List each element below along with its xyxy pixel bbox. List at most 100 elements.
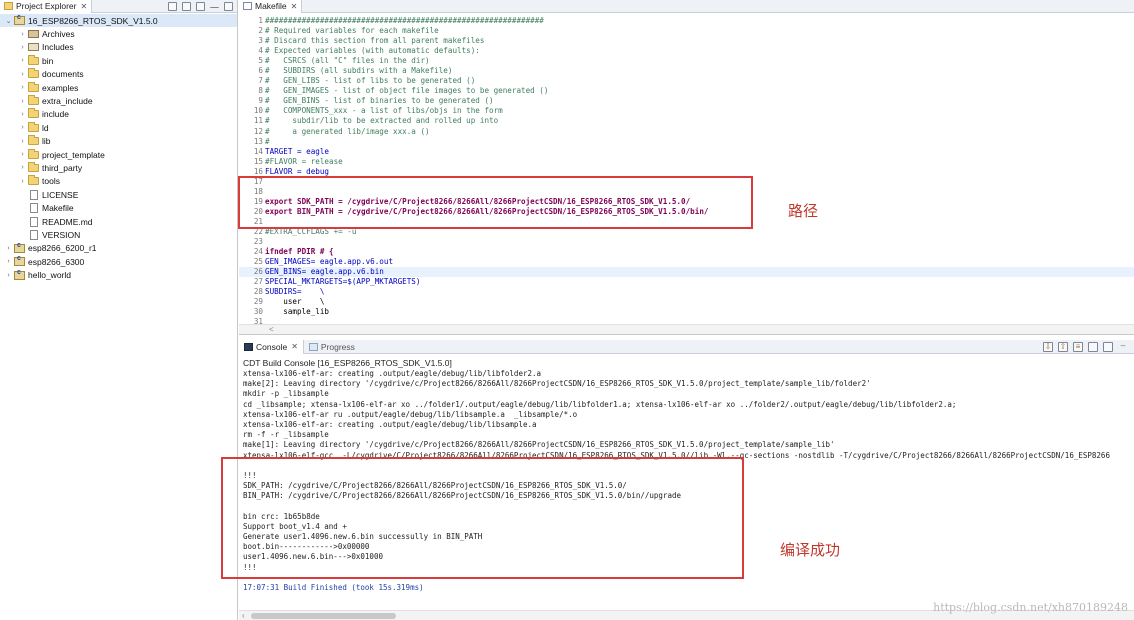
chevron-right-icon[interactable]: ›: [4, 245, 13, 252]
chevron-down-icon[interactable]: ⌄: [4, 17, 13, 25]
project-tree: ⌄16_ESP8266_RTOS_SDK_V1.5.0›Archives›Inc…: [0, 13, 237, 282]
collapse-all-icon[interactable]: [168, 2, 177, 11]
tree-item[interactable]: › Archives: [0, 27, 237, 40]
display-console-icon[interactable]: [1103, 342, 1113, 352]
tree-item[interactable]: › esp8266_6200_r1: [0, 242, 237, 255]
code-text: #: [265, 136, 270, 146]
code-line[interactable]: 28 SUBDIRS= \: [239, 287, 1134, 297]
close-icon[interactable]: ✕: [291, 342, 298, 351]
chevron-right-icon[interactable]: ›: [18, 31, 27, 38]
tree-item[interactable]: › extra_include: [0, 94, 237, 107]
chevron-right-icon[interactable]: ›: [4, 272, 13, 279]
pin-console-icon[interactable]: [1088, 342, 1098, 352]
chevron-right-icon[interactable]: ›: [4, 258, 13, 265]
tree-item[interactable]: › project_template: [0, 148, 237, 161]
chevron-right-icon[interactable]: ›: [18, 151, 27, 158]
console-title: CDT Build Console [16_ESP8266_RTOS_SDK_V…: [243, 358, 452, 368]
tree-item[interactable]: ⌄ 16_ESP8266_RTOS_SDK_V1.5.0: [0, 14, 237, 28]
code-line[interactable]: 6 # SUBDIRS (all subdirs with a Makefile): [239, 66, 1134, 76]
tab-console[interactable]: Console ✕: [239, 339, 304, 354]
code-line[interactable]: 14 TARGET = eagle: [239, 147, 1134, 157]
code-line[interactable]: 15 #FLAVOR = release: [239, 157, 1134, 167]
chevron-right-icon[interactable]: ›: [18, 71, 27, 78]
arrow-down-icon[interactable]: ⇩: [1043, 342, 1053, 352]
file-icon: [30, 203, 38, 214]
folder-icon: [28, 54, 39, 65]
tree-item[interactable]: › bin: [0, 54, 237, 67]
code-line[interactable]: 11 # subdir/lib to be extracted and rolle…: [239, 116, 1134, 126]
code-text: # GEN_LIBS - list of libs to be generate…: [265, 76, 476, 86]
minimize-icon[interactable]: [210, 7, 219, 10]
chevron-right-icon[interactable]: ›: [18, 111, 27, 118]
tree-item[interactable]: VERSION: [0, 228, 237, 241]
view-menu-icon[interactable]: [196, 2, 205, 11]
tree-item[interactable]: › third_party: [0, 161, 237, 174]
code-line[interactable]: 7 # GEN_LIBS - list of libs to be generat…: [239, 76, 1134, 86]
code-line[interactable]: 26 GEN_BINS= eagle.app.v6.bin: [239, 267, 1134, 278]
tree-item[interactable]: › include: [0, 108, 237, 121]
code-line[interactable]: 30 sample_lib: [239, 307, 1134, 317]
code-line[interactable]: 8 # GEN_IMAGES - list of object file imag…: [239, 86, 1134, 96]
tree-item[interactable]: › esp8266_6300: [0, 255, 237, 268]
link-with-editor-icon[interactable]: [182, 2, 191, 11]
chevron-right-icon[interactable]: ›: [18, 84, 27, 91]
chevron-right-icon[interactable]: ›: [18, 124, 27, 131]
tree-item-label: esp8266_6200_r1: [28, 243, 97, 254]
code-line[interactable]: 29 user \: [239, 297, 1134, 307]
maximize-icon[interactable]: [224, 2, 233, 11]
chevron-right-icon[interactable]: ›: [18, 178, 27, 185]
code-line[interactable]: 13 #: [239, 137, 1134, 147]
arrow-up-icon[interactable]: ⇧: [1058, 342, 1068, 352]
tab-project-explorer[interactable]: Project Explorer ✕: [0, 0, 93, 13]
chevron-right-icon[interactable]: ›: [18, 57, 27, 64]
scroll-left-icon[interactable]: ‹: [242, 611, 245, 620]
tab-makefile[interactable]: Makefile ✕: [239, 0, 303, 13]
minimize-icon[interactable]: –: [1118, 342, 1128, 352]
close-icon[interactable]: ✕: [80, 2, 87, 11]
code-text: SPECIAL_MKTARGETS=$(APP_MKTARGETS): [265, 277, 421, 287]
code-line[interactable]: 1 #######################################…: [239, 16, 1134, 26]
editor-horizontal-scrollbar[interactable]: <: [239, 324, 1134, 334]
scroll-left-icon[interactable]: <: [269, 325, 274, 334]
console-line: cd _libsample; xtensa-lx106-elf-ar xo ..…: [243, 399, 957, 409]
tree-item-label: VERSION: [42, 229, 81, 240]
tree-item[interactable]: README.md: [0, 215, 237, 228]
tree-item[interactable]: › documents: [0, 68, 237, 81]
tree-item[interactable]: › tools: [0, 175, 237, 188]
scrollbar-thumb[interactable]: [251, 613, 396, 619]
tree-item[interactable]: › hello_world: [0, 268, 237, 281]
folder-icon: [28, 108, 39, 119]
chevron-right-icon[interactable]: ›: [18, 98, 27, 105]
code-line[interactable]: 9 # GEN_BINS - list of binaries to be gen…: [239, 96, 1134, 106]
tree-item-label: include: [42, 109, 69, 120]
code-line[interactable]: 27 SPECIAL_MKTARGETS=$(APP_MKTARGETS): [239, 277, 1134, 287]
scroll-lock-icon[interactable]: ≡: [1073, 342, 1083, 352]
code-line[interactable]: 10 # COMPONENTS_xxx - a list of libs/objs…: [239, 106, 1134, 116]
tree-item-label: documents: [42, 69, 84, 80]
progress-icon: [308, 342, 318, 351]
tree-item[interactable]: › lib: [0, 135, 237, 148]
code-line[interactable]: 24 ifndef PDIR # {: [239, 247, 1134, 257]
code-line[interactable]: 4 # Expected variables (with automatic de…: [239, 46, 1134, 56]
line-number: 14: [253, 146, 263, 156]
tree-item-label: examples: [42, 82, 79, 93]
code-line[interactable]: 2 # Required variables for each makefile: [239, 26, 1134, 36]
code-line[interactable]: 25 GEN_IMAGES= eagle.app.v6.out: [239, 257, 1134, 267]
close-icon[interactable]: ✕: [291, 2, 298, 11]
code-editor[interactable]: 1 #######################################…: [239, 14, 1134, 326]
tree-item-label: README.md: [42, 216, 93, 227]
tree-item[interactable]: › ld: [0, 121, 237, 134]
code-line[interactable]: 12 # a generated lib/image xxx.a (): [239, 127, 1134, 137]
tree-item[interactable]: › Includes: [0, 41, 237, 54]
chevron-right-icon[interactable]: ›: [18, 164, 27, 171]
code-line[interactable]: 3 # Discard this section from all parent …: [239, 36, 1134, 46]
chevron-right-icon[interactable]: ›: [18, 138, 27, 145]
tree-item[interactable]: › examples: [0, 81, 237, 94]
code-text: # Discard this section from all parent m…: [265, 36, 485, 46]
tab-progress[interactable]: Progress: [304, 340, 360, 354]
code-line[interactable]: 5 # CSRCS (all "C" files in the dir): [239, 56, 1134, 66]
chevron-right-icon[interactable]: ›: [18, 44, 27, 51]
tree-item[interactable]: Makefile: [0, 201, 237, 214]
code-line[interactable]: 23: [239, 237, 1134, 247]
tree-item[interactable]: LICENSE: [0, 188, 237, 201]
